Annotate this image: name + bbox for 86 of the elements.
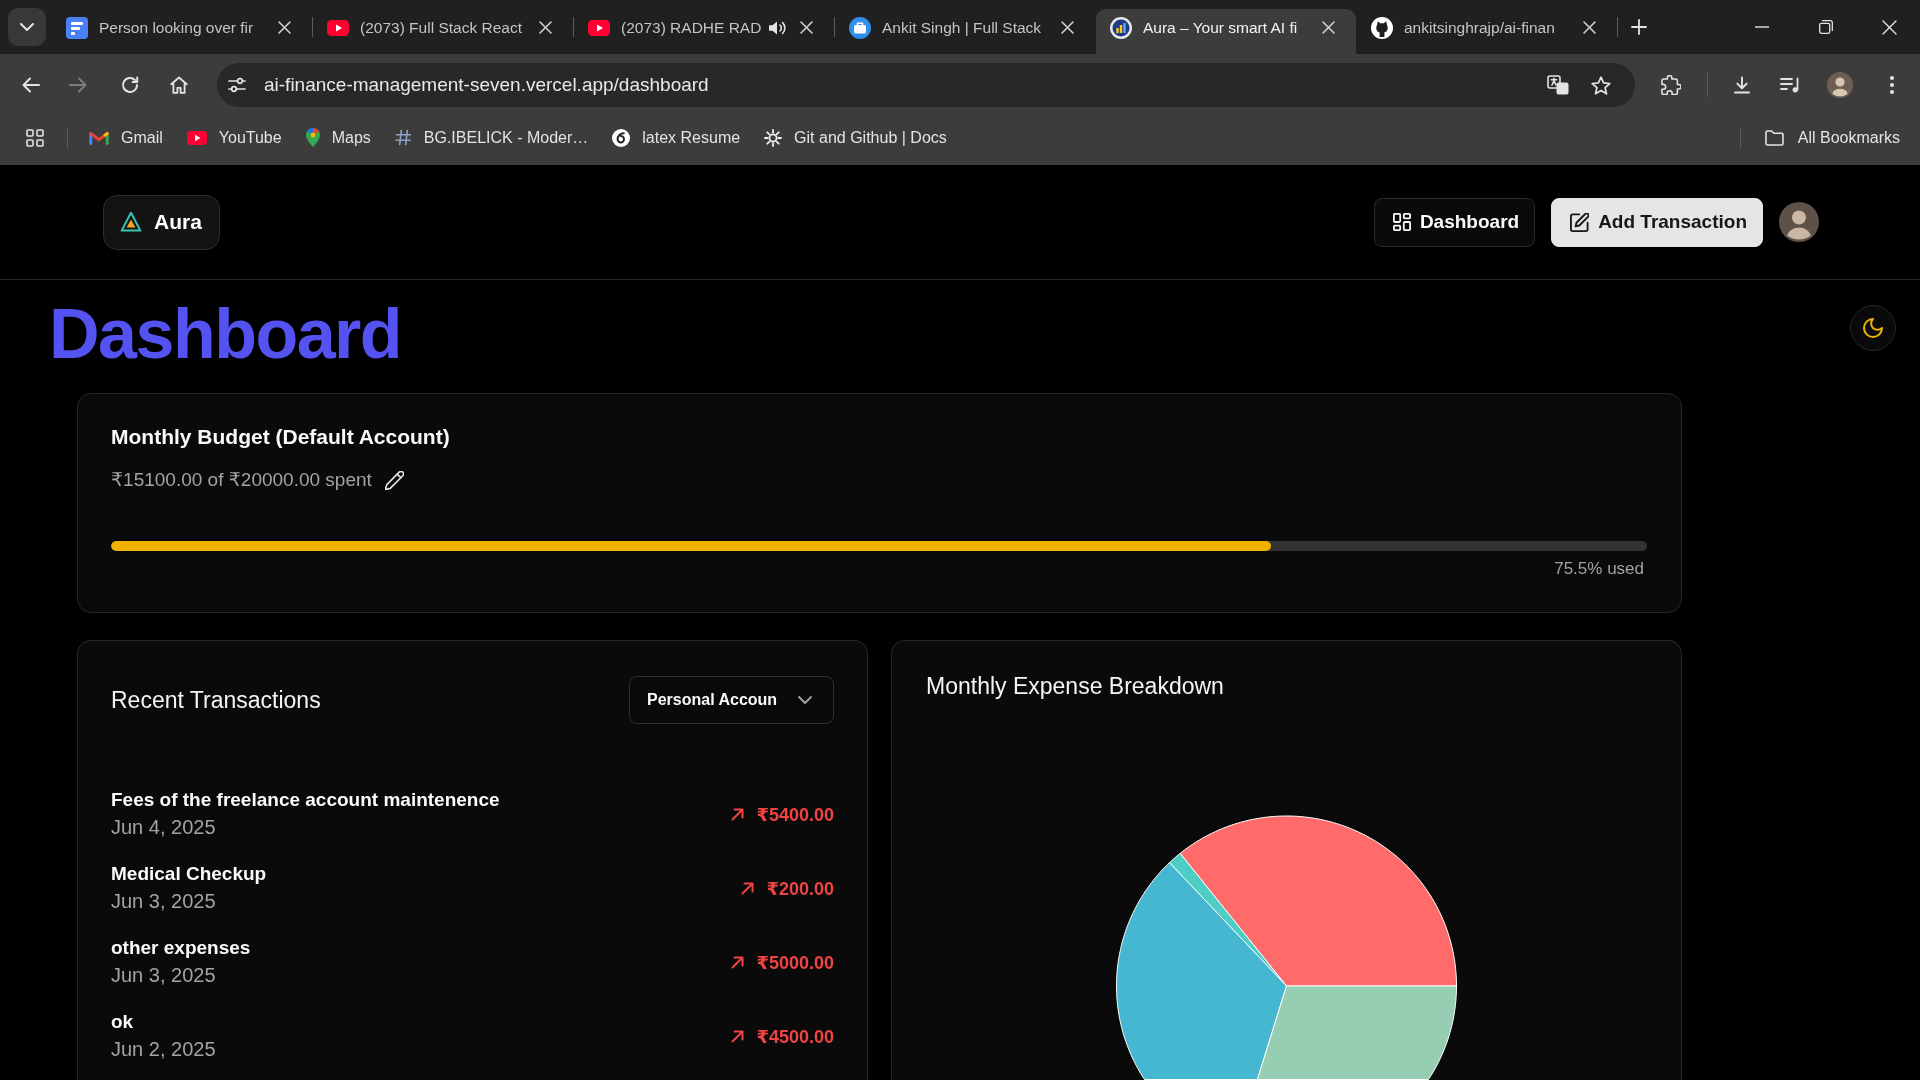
budget-spent-text: ₹15100.00 of ₹20000.00 spent bbox=[111, 468, 372, 492]
transaction-date: Jun 3, 2025 bbox=[111, 889, 216, 914]
transaction-amount: ₹5400.00 bbox=[756, 803, 834, 827]
arrow-up-right-icon bbox=[731, 808, 745, 821]
moon-icon bbox=[1863, 318, 1883, 338]
close-icon[interactable] bbox=[800, 21, 813, 34]
budget-usage-text: 75.5% used bbox=[1554, 558, 1644, 580]
restore-icon[interactable] bbox=[1819, 20, 1833, 34]
theme-toggle-button[interactable] bbox=[1850, 305, 1896, 351]
arrow-up-right-icon bbox=[741, 882, 755, 895]
home-icon[interactable] bbox=[170, 76, 188, 94]
dashboard-button[interactable]: Dashboard bbox=[1373, 197, 1536, 247]
profile-avatar[interactable] bbox=[1827, 72, 1853, 98]
sliders-icon[interactable] bbox=[228, 77, 246, 93]
card-title: Recent Transactions bbox=[111, 686, 321, 715]
bookmark-item[interactable]: Git and Github | Docs bbox=[756, 124, 955, 151]
bookmark-item[interactable]: YouTube bbox=[178, 124, 290, 151]
budget-title: Monthly Budget (Default Account) bbox=[111, 424, 450, 450]
speaker-icon[interactable] bbox=[768, 19, 786, 36]
close-icon[interactable] bbox=[1061, 21, 1074, 34]
edit-square-icon bbox=[1570, 212, 1590, 232]
tab-search-button[interactable] bbox=[8, 8, 46, 46]
back-icon[interactable] bbox=[22, 77, 40, 93]
bookmark-item[interactable]: latex Resume bbox=[604, 124, 749, 151]
pencil-icon[interactable] bbox=[384, 470, 404, 490]
close-icon[interactable] bbox=[1881, 19, 1897, 35]
play-button-icon bbox=[588, 19, 610, 36]
user-avatar[interactable] bbox=[1779, 202, 1819, 242]
arrow-up-right-icon bbox=[731, 1030, 745, 1043]
bar-chart-icon bbox=[1110, 16, 1132, 39]
triangle-logo-icon bbox=[120, 211, 142, 233]
close-icon[interactable] bbox=[1583, 21, 1596, 34]
transaction-name: ok bbox=[111, 1010, 134, 1034]
bookmark-item[interactable]: Maps bbox=[297, 124, 379, 151]
url-text[interactable]: ai-finance-management-seven.vercel.app/dashboard bbox=[264, 74, 709, 96]
translate-icon[interactable] bbox=[1547, 75, 1569, 95]
brand-logo[interactable]: Aura bbox=[103, 194, 220, 250]
play-button-icon bbox=[186, 130, 207, 145]
browser-tab[interactable]: Aura – Your smart AI fi bbox=[1096, 9, 1356, 54]
transaction-amount: ₹5000.00 bbox=[756, 951, 834, 975]
card-title: Monthly Expense Breakdown bbox=[926, 672, 1224, 701]
transaction-amount: ₹4500.00 bbox=[756, 1025, 834, 1049]
transaction-date: Jun 3, 2025 bbox=[111, 963, 216, 988]
map-pin-icon bbox=[305, 128, 320, 147]
browser-tab[interactable]: Person looking over fir bbox=[52, 9, 312, 54]
all-bookmarks-button[interactable]: All Bookmarks bbox=[1756, 124, 1908, 151]
music-list-icon[interactable] bbox=[1780, 77, 1800, 93]
plus-icon[interactable] bbox=[1631, 19, 1647, 35]
address-bar[interactable]: ai-finance-management-seven.vercel.app/dashboard bbox=[217, 63, 1635, 107]
play-button-icon bbox=[327, 19, 349, 36]
bookmark-item[interactable]: BG.IBELICK - Moder… bbox=[386, 124, 597, 151]
folder-icon bbox=[1764, 129, 1784, 146]
swirl-icon bbox=[612, 128, 631, 147]
browser-tab[interactable]: ankitsinghrajp/ai-finan bbox=[1357, 9, 1617, 54]
page-title: Dashboard bbox=[49, 299, 402, 369]
arrow-up-right-icon bbox=[731, 956, 745, 969]
chevron-down-icon bbox=[798, 696, 812, 704]
briefcase-icon bbox=[849, 16, 871, 39]
transaction-date: Jun 2, 2025 bbox=[111, 1037, 216, 1062]
transaction-name: Fees of the freelance account maintenence bbox=[111, 788, 500, 812]
cat-logo-icon bbox=[1371, 16, 1393, 39]
browser-tab[interactable]: (2073) Full Stack React bbox=[313, 9, 573, 54]
hash-icon bbox=[394, 129, 412, 146]
close-icon[interactable] bbox=[278, 21, 291, 34]
apps-grid-icon[interactable] bbox=[26, 128, 44, 147]
puzzle-icon[interactable] bbox=[1661, 75, 1681, 95]
bookmark-item[interactable]: Gmail bbox=[81, 124, 171, 151]
star-icon[interactable] bbox=[1591, 75, 1611, 95]
close-icon[interactable] bbox=[1322, 21, 1335, 34]
reload-icon[interactable] bbox=[121, 76, 139, 94]
browser-tab[interactable]: (2073) RADHE RAD bbox=[574, 9, 834, 54]
document-lines-icon bbox=[66, 16, 88, 39]
transaction-amount: ₹200.00 bbox=[766, 877, 834, 901]
download-icon[interactable] bbox=[1733, 76, 1751, 94]
envelope-icon bbox=[89, 130, 109, 145]
browser-tab[interactable]: Ankit Singh | Full Stack bbox=[835, 9, 1095, 54]
transaction-name: Medical Checkup bbox=[111, 862, 267, 886]
transaction-date: Jun 4, 2025 bbox=[111, 815, 216, 840]
dashboard-grid-icon bbox=[1392, 213, 1411, 231]
more-icon[interactable] bbox=[1890, 76, 1894, 94]
close-icon[interactable] bbox=[539, 21, 552, 34]
account-select[interactable]: Personal Accoun bbox=[629, 676, 834, 724]
transaction-name: other expenses bbox=[111, 936, 251, 960]
sun-icon bbox=[764, 128, 783, 147]
add-transaction-button[interactable]: Add Transaction bbox=[1551, 197, 1763, 247]
chevron-down-icon bbox=[20, 23, 34, 31]
